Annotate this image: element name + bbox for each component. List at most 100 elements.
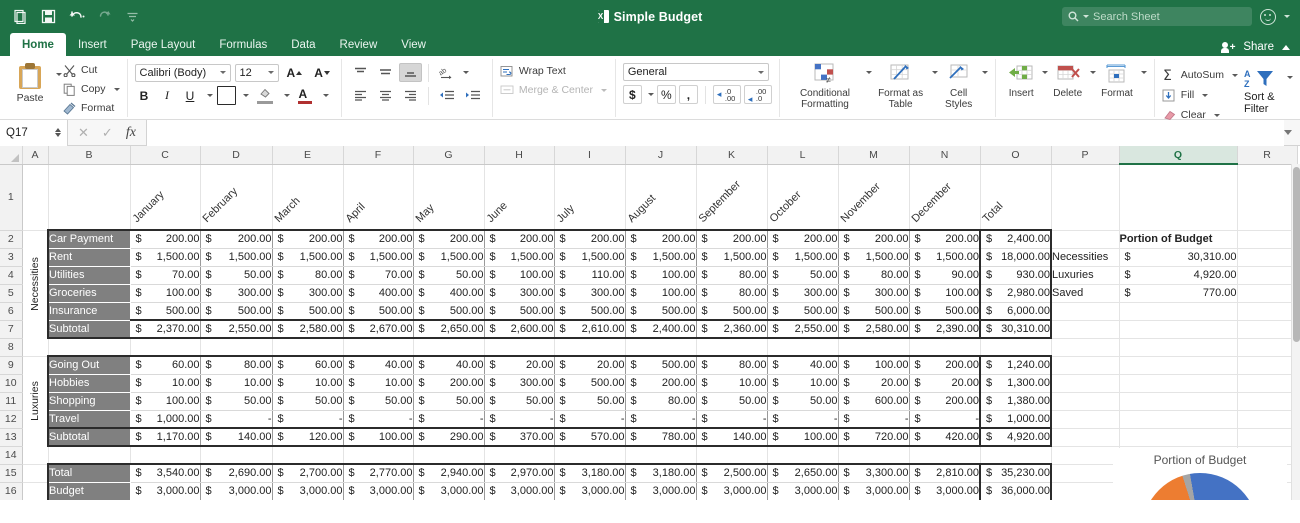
collapse-ribbon-icon[interactable]	[1282, 44, 1290, 50]
cell[interactable]: $120.00	[272, 427, 344, 447]
cell-side-label[interactable]: Necessities	[1051, 248, 1120, 267]
row-label[interactable]: Rent	[47, 248, 131, 267]
cell[interactable]	[1237, 374, 1298, 393]
cell-side-value[interactable]: $4,920.00	[1119, 266, 1238, 285]
font-color-button[interactable]: A	[293, 86, 316, 105]
row-header-10[interactable]: 10	[0, 374, 23, 393]
currency-dropdown-caret[interactable]	[647, 93, 654, 96]
new-document-icon[interactable]	[12, 8, 29, 25]
cell[interactable]: $140.00	[200, 427, 273, 447]
cell[interactable]	[1237, 428, 1298, 447]
cell-side-value[interactable]: $30,310.00	[1119, 248, 1238, 267]
cell[interactable]: $930.00	[979, 266, 1052, 285]
cell[interactable]: $10.00	[130, 374, 201, 393]
cell[interactable]: $200.00	[767, 229, 839, 249]
row-label[interactable]: Subtotal	[47, 427, 131, 447]
cell[interactable]: $80.00	[200, 355, 273, 375]
cell[interactable]: $500.00	[625, 355, 697, 375]
row-label[interactable]: Hobbies	[47, 374, 131, 393]
cell[interactable]: $2,390.00	[909, 319, 981, 339]
cell[interactable]	[1237, 248, 1298, 267]
cell[interactable]	[1237, 284, 1298, 303]
cell[interactable]: $70.00	[130, 266, 201, 285]
row-header-12[interactable]: 12	[0, 410, 23, 429]
name-box[interactable]: Q17	[0, 119, 68, 146]
cell[interactable]: $2,770.00	[343, 463, 414, 483]
tab-formulas[interactable]: Formulas	[207, 33, 279, 56]
cell[interactable]	[1051, 356, 1120, 375]
cell[interactable]	[1237, 230, 1298, 249]
row-label[interactable]: Insurance	[47, 302, 131, 321]
cell[interactable]	[1051, 374, 1120, 393]
row-label[interactable]: Car Payment	[47, 229, 131, 249]
clear-caret[interactable]	[1213, 113, 1220, 117]
cell[interactable]: $300.00	[272, 284, 344, 303]
row-header-7[interactable]: 7	[0, 320, 23, 339]
cell[interactable]	[130, 446, 201, 465]
cell[interactable]	[1237, 338, 1298, 357]
delete-cells-button[interactable]: Delete	[1048, 59, 1087, 99]
column-header-e[interactable]: E	[272, 146, 344, 165]
format-painter-button[interactable]: Format	[62, 100, 120, 116]
cell[interactable]: $100.00	[625, 284, 697, 303]
orientation-dropdown-caret[interactable]	[462, 71, 469, 74]
search-sheet-box[interactable]: Search Sheet	[1062, 7, 1252, 26]
cell-styles-caret[interactable]	[982, 71, 989, 74]
cell[interactable]	[343, 338, 414, 357]
cell[interactable]: $ -	[554, 410, 626, 429]
cell[interactable]: $200.00	[554, 229, 626, 249]
cell[interactable]	[909, 338, 981, 357]
cell[interactable]	[343, 446, 414, 465]
expand-formula-bar-icon[interactable]	[1284, 130, 1292, 135]
cell[interactable]: $2,550.00	[767, 319, 839, 339]
cell[interactable]: $3,000.00	[272, 482, 344, 500]
cell[interactable]: $10.00	[696, 374, 768, 393]
insert-function-icon[interactable]: fx	[126, 125, 136, 141]
cell[interactable]	[1237, 392, 1298, 411]
cell[interactable]: $40.00	[413, 355, 485, 375]
currency-format-button[interactable]: $	[622, 85, 642, 104]
cell[interactable]: $290.00	[413, 427, 485, 447]
cell[interactable]	[22, 446, 49, 465]
cell-month-header[interactable]: September	[696, 164, 768, 231]
cell[interactable]: $400.00	[413, 284, 485, 303]
cell[interactable]: $ -	[343, 410, 414, 429]
cell[interactable]	[625, 338, 697, 357]
comma-format-button[interactable]: ,	[678, 85, 698, 104]
cell-styles-button[interactable]: Cell Styles	[938, 59, 979, 110]
cell[interactable]: $300.00	[767, 284, 839, 303]
paste-button[interactable]: Paste	[7, 59, 53, 104]
format-cells-caret[interactable]	[1140, 71, 1147, 74]
cell[interactable]: $10.00	[272, 374, 344, 393]
cell[interactable]	[1051, 392, 1120, 411]
cell[interactable]: $1,500.00	[484, 248, 555, 267]
cell[interactable]: $200.00	[130, 229, 201, 249]
cell-month-header[interactable]: January	[130, 164, 201, 231]
cell[interactable]	[1119, 356, 1238, 375]
cell[interactable]: $200.00	[413, 229, 485, 249]
cell[interactable]: $35,230.00	[979, 463, 1052, 483]
column-header-o[interactable]: O	[980, 146, 1052, 165]
cell[interactable]: $2,400.00	[979, 229, 1052, 249]
fill-color-dropdown-caret[interactable]	[283, 94, 290, 97]
column-header-f[interactable]: F	[343, 146, 414, 165]
column-header-i[interactable]: I	[554, 146, 626, 165]
cell-month-header[interactable]: March	[272, 164, 344, 231]
cell[interactable]	[1051, 464, 1120, 483]
cell[interactable]: $40.00	[343, 355, 414, 375]
cell[interactable]: $50.00	[767, 392, 839, 411]
cell[interactable]: $3,000.00	[484, 482, 555, 500]
cell[interactable]: $110.00	[554, 266, 626, 285]
row-header-14[interactable]: 14	[0, 446, 23, 465]
cell[interactable]	[200, 446, 273, 465]
cell[interactable]: $3,300.00	[838, 463, 910, 483]
cell[interactable]: $1,500.00	[838, 248, 910, 267]
cell[interactable]: $2,580.00	[838, 319, 910, 339]
borders-dropdown-caret[interactable]	[242, 94, 249, 97]
cell[interactable]: $3,000.00	[696, 482, 768, 500]
cell[interactable]: $80.00	[696, 355, 768, 375]
cell[interactable]: $100.00	[130, 392, 201, 411]
tab-home[interactable]: Home	[10, 33, 66, 56]
cell[interactable]	[767, 446, 839, 465]
cell-month-header[interactable]: July	[554, 164, 626, 231]
